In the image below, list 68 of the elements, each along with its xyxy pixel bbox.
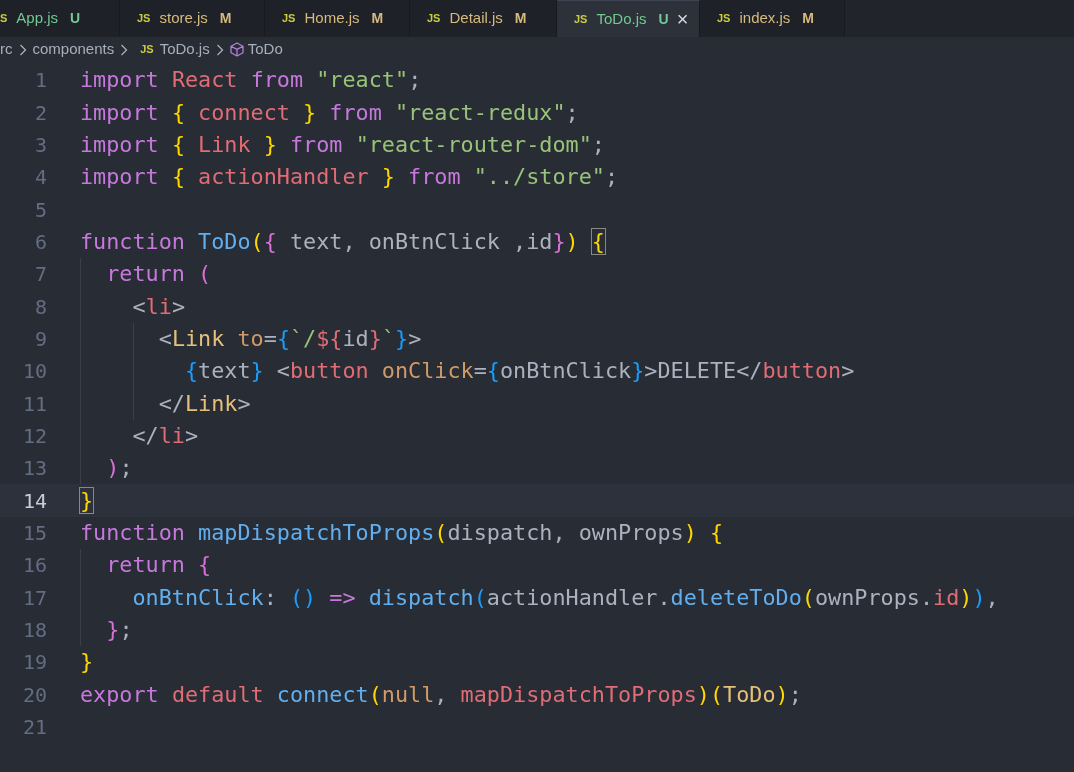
chevron-right-icon bbox=[18, 43, 27, 56]
line-number: 14 bbox=[21, 487, 47, 515]
js-file-icon: JS bbox=[140, 41, 154, 58]
code-line: function mapDispatchToProps(dispatch, ownProps) { bbox=[80, 522, 724, 544]
code-line: </li> bbox=[131, 425, 199, 447]
chevron-right-icon bbox=[120, 43, 129, 56]
code-line: export default connect(null, mapDispatchToProps)(ToDo); bbox=[80, 683, 802, 706]
cube-icon bbox=[229, 42, 244, 57]
line-number: 4 bbox=[33, 164, 47, 192]
line-number: 19 bbox=[21, 649, 47, 677]
git-status: U bbox=[70, 9, 81, 28]
line-number: 9 bbox=[33, 325, 47, 353]
js-file-icon: JS bbox=[137, 10, 151, 27]
js-file-icon: JS bbox=[282, 10, 296, 27]
code-line: }; bbox=[105, 619, 133, 641]
line-number: 2 bbox=[33, 99, 47, 127]
git-status: M bbox=[219, 9, 232, 28]
breadcrumb-item[interactable]: rc bbox=[0, 38, 13, 61]
code-line: ); bbox=[105, 457, 133, 480]
js-file-icon: JS bbox=[574, 10, 588, 28]
code-line: <li> bbox=[131, 295, 185, 318]
code-line: function ToDo({ text, onBtnClick ,id}) { bbox=[80, 231, 605, 253]
line-number: 11 bbox=[21, 390, 47, 418]
editor-tab[interactable]: JS store.js M bbox=[120, 0, 265, 37]
line-number: 8 bbox=[33, 293, 47, 321]
code-line: import { actionHandler } from "../store"; bbox=[80, 166, 619, 189]
line-number: 10 bbox=[21, 358, 47, 386]
line-number: 3 bbox=[33, 131, 47, 159]
code-line: import { connect } from "react-redux"; bbox=[80, 101, 579, 124]
code-line: import { Link } from "react-router-dom"; bbox=[80, 133, 605, 156]
code-line: import React from "react"; bbox=[80, 69, 422, 92]
line-number: 5 bbox=[33, 196, 47, 224]
close-icon[interactable]: × bbox=[676, 9, 689, 29]
line-number: 16 bbox=[21, 552, 47, 580]
code-line: } bbox=[80, 651, 94, 674]
code-line: return ( bbox=[105, 263, 212, 286]
code-line: </Link> bbox=[157, 392, 251, 415]
chevron-right-icon bbox=[215, 43, 224, 56]
line-number: 15 bbox=[21, 520, 47, 547]
code-line: {text} <button onClick={onBtnClick}>DELETE</button> bbox=[183, 360, 855, 383]
git-status: M bbox=[371, 9, 384, 28]
editor-tab[interactable]: JS Home.js M bbox=[265, 0, 410, 37]
js-file-icon: JS bbox=[717, 10, 731, 27]
code-line: <Link to={`/${id}`}> bbox=[157, 328, 422, 350]
line-number: 12 bbox=[21, 422, 47, 450]
line-number: 20 bbox=[21, 681, 47, 709]
line-number: 7 bbox=[33, 261, 47, 289]
line-number: 1 bbox=[33, 67, 47, 95]
js-file-icon: S bbox=[0, 10, 8, 27]
editor-tab[interactable]: JS Detail.js M bbox=[410, 0, 557, 37]
code-line: return { bbox=[105, 554, 212, 577]
code-line: onBtnClick: () => dispatch(actionHandler.deleteToDo(ownProps.id)), bbox=[131, 586, 999, 609]
editor-tab[interactable]: S App.js U bbox=[0, 0, 120, 37]
breadcrumb-item[interactable]: ToDo.js bbox=[159, 38, 210, 61]
breadcrumb-item[interactable]: ToDo bbox=[247, 38, 283, 61]
breadcrumb-item[interactable]: components bbox=[32, 38, 115, 61]
git-status: U bbox=[658, 9, 669, 29]
git-status: M bbox=[802, 9, 814, 28]
js-file-icon: JS bbox=[427, 10, 441, 27]
line-number: 21 bbox=[21, 714, 47, 742]
line-number: 13 bbox=[21, 455, 47, 483]
line-number: 17 bbox=[21, 584, 47, 612]
line-number: 18 bbox=[21, 617, 47, 644]
editor-tab[interactable]: JS index.js M bbox=[700, 0, 845, 37]
git-status: M bbox=[514, 9, 527, 28]
editor-tab[interactable]: JS ToDo.js U × bbox=[557, 0, 700, 37]
code-line: } bbox=[80, 489, 94, 512]
line-number: 6 bbox=[33, 228, 47, 256]
